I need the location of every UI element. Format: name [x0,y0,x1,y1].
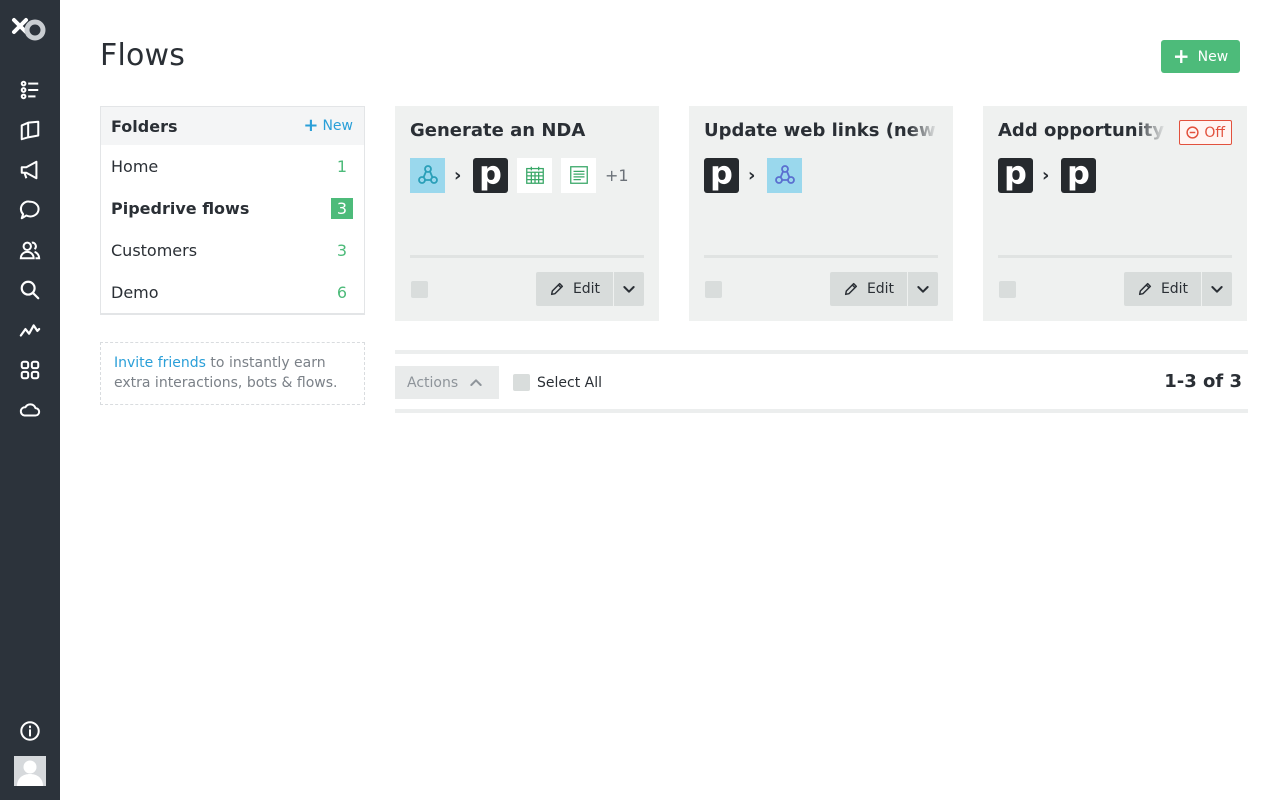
edit-button[interactable]: Edit [830,272,907,306]
chevron-up-icon [470,378,482,386]
edit-label: Edit [866,281,895,297]
arrow-icon: › [1042,164,1050,186]
logo-icon[interactable] [10,14,50,46]
flow-apps: p › [704,157,802,193]
chevron-down-icon [917,286,929,293]
pipedrive-icon: p [473,157,508,193]
book-icon[interactable] [18,118,42,142]
folder-count: 1 [336,156,348,176]
status-badge[interactable]: Off [1179,120,1232,145]
edit-button-group: Edit [1124,272,1232,306]
select-all-checkbox[interactable]: Select All [513,374,602,391]
pagination-info: 1-3 of 3 [1164,371,1242,392]
flow-card[interactable]: Add opportunity for Off p › p Edit [983,106,1247,321]
search-icon[interactable] [18,278,42,302]
avatar[interactable] [14,756,46,786]
pipedrive-icon: p [704,157,739,193]
webhook-icon [767,157,802,193]
folder-name: Customers [111,240,198,260]
invite-box: Invite friends to instantly earn extra i… [100,342,365,405]
folders-header: Folders + New [101,107,364,145]
contacts-icon[interactable] [18,238,42,262]
flow-title[interactable]: Generate an NDA [410,120,644,141]
folder-name: Demo [111,282,159,302]
disabled-icon [1186,126,1199,139]
flow-title[interactable]: Add opportunity for [998,120,1166,141]
pencil-icon [844,282,858,296]
flow-apps: p › p [998,157,1096,193]
webhook-icon [410,157,445,193]
folders-panel: Folders + New Home 1 Pipedrive flows 3 C… [100,106,365,315]
google-docs-icon [561,157,596,193]
new-flow-button[interactable]: + New [1161,40,1240,73]
flow-checkbox[interactable] [411,281,428,298]
folders-title: Folders [111,116,178,136]
new-flow-label: New [1197,48,1229,65]
folder-item-home[interactable]: Home 1 [101,145,364,187]
checkbox[interactable] [513,374,530,391]
page-title: Flows [100,38,186,73]
edit-button-group: Edit [536,272,644,306]
status-label: Off [1204,124,1225,141]
sidebar-nav [0,0,60,800]
actions-label: Actions [407,374,459,391]
edit-label: Edit [1160,281,1189,297]
card-divider [704,255,938,258]
folder-name: Pipedrive flows [111,198,250,218]
plus-icon: + [303,115,319,136]
plus-icon: + [1172,43,1190,68]
chevron-down-icon [1211,286,1223,293]
folder-count: 6 [336,282,348,302]
more-apps-count: +1 [605,165,629,185]
google-calendar-icon [517,157,552,193]
flow-apps: › p +1 [410,157,629,193]
pencil-icon [550,282,564,296]
tasks-icon[interactable] [18,78,42,102]
folder-count: 3 [331,197,353,219]
apps-icon[interactable] [18,358,42,382]
megaphone-icon[interactable] [18,158,42,182]
card-divider [998,255,1232,258]
edit-menu-toggle[interactable] [908,272,938,306]
folder-count: 3 [336,240,348,260]
folder-item-demo[interactable]: Demo 6 [101,271,364,313]
chevron-down-icon [623,286,635,293]
folder-name: Home [111,156,159,176]
edit-button[interactable]: Edit [536,272,613,306]
pipedrive-icon: p [1061,157,1096,193]
chat-icon[interactable] [18,198,42,222]
flow-card[interactable]: Generate an NDA › p +1 Edit [395,106,659,321]
pipedrive-icon: p [998,157,1033,193]
folder-item-customers[interactable]: Customers 3 [101,229,364,271]
flow-card[interactable]: Update web links (new or p › Edit [689,106,953,321]
edit-button[interactable]: Edit [1124,272,1201,306]
actions-button[interactable]: Actions [395,366,499,399]
folder-item-pipedrive-flows[interactable]: Pipedrive flows 3 [101,187,364,229]
flow-checkbox[interactable] [705,281,722,298]
edit-label: Edit [572,281,601,297]
edit-menu-toggle[interactable] [614,272,644,306]
edit-menu-toggle[interactable] [1202,272,1232,306]
invite-friends-link[interactable]: Invite friends [114,355,206,371]
pencil-icon [1138,282,1152,296]
arrow-icon: › [748,164,756,186]
cloud-icon[interactable] [18,398,42,422]
card-divider [410,255,644,258]
new-folder-button[interactable]: + New [303,117,353,135]
analytics-icon[interactable] [18,318,42,342]
edit-button-group: Edit [830,272,938,306]
new-folder-label: New [322,118,353,134]
actions-bar: Actions Select All 1-3 of 3 [395,350,1248,413]
flow-title[interactable]: Update web links (new or [704,120,938,141]
info-icon[interactable] [18,719,42,743]
flow-checkbox[interactable] [999,281,1016,298]
arrow-icon: › [454,164,462,186]
select-all-label: Select All [537,374,602,391]
